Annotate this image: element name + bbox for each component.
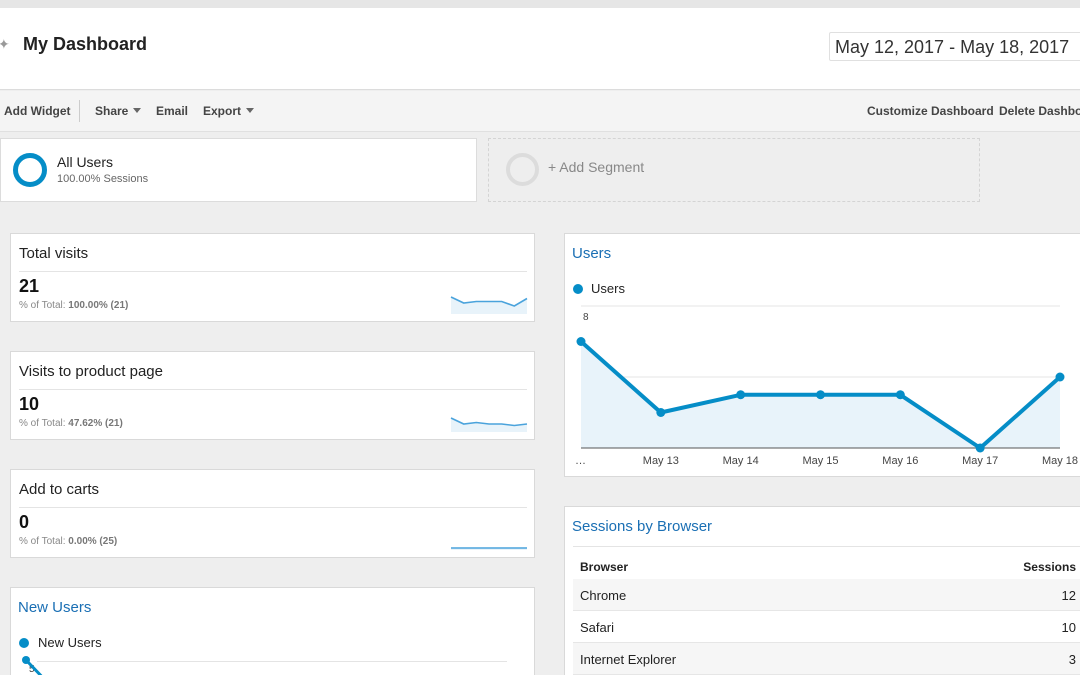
browser-cell[interactable]: Chrome — [580, 588, 626, 603]
email-button[interactable]: Email — [156, 104, 188, 118]
share-button[interactable]: Share — [95, 104, 142, 118]
x-tick-label: May 18 — [1042, 455, 1078, 467]
table-row: Internet Explorer 3 — [573, 643, 1080, 675]
toolbar-divider — [79, 100, 80, 122]
gridline — [37, 661, 507, 662]
pct-value: 0.00% (25) — [68, 536, 118, 547]
metric-percent: % of Total: 47.62% (21) — [19, 418, 123, 429]
date-range-picker[interactable]: May 12, 2017 - May 18, 2017 — [829, 32, 1080, 61]
add-segment-button[interactable]: + Add Segment — [488, 138, 980, 202]
data-point — [576, 337, 586, 346]
sessions-cell: 10 — [1061, 620, 1076, 635]
column-sessions[interactable]: Sessions — [1023, 560, 1076, 574]
metric-percent: % of Total: 100.00% (21) — [19, 300, 128, 311]
widget-title: Total visits — [19, 245, 89, 262]
sparkline — [451, 547, 527, 550]
dashboard-toolbar: Add Widget Share Email Export Customize … — [0, 91, 1080, 132]
widget-sessions-by-browser: Sessions by Browser Browser Sessions Chr… — [564, 506, 1080, 675]
pct-label: % of Total: — [19, 536, 66, 547]
legend-dot — [19, 638, 29, 648]
legend-label: New Users — [38, 635, 102, 650]
divider — [19, 271, 527, 272]
x-tick-label: May 15 — [802, 455, 838, 467]
widget-add-to-carts: Add to carts 0 % of Total: 0.00% (25) — [10, 469, 535, 558]
metric-percent: % of Total: 0.00% (25) — [19, 536, 117, 547]
export-button[interactable]: Export — [203, 104, 255, 118]
sparkline — [450, 296, 528, 314]
browser-cell[interactable]: Internet Explorer — [580, 652, 676, 667]
divider — [19, 507, 527, 508]
pct-label: % of Total: — [19, 418, 66, 429]
delete-dashboard-button[interactable]: Delete Dashboard — [999, 104, 1080, 118]
divider — [573, 546, 1080, 547]
widget-new-users: New Users New Users 5 — [10, 587, 535, 675]
widget-product-page: Visits to product page 10 % of Total: 47… — [10, 351, 535, 440]
pct-value: 100.00% (21) — [68, 300, 129, 311]
table-row: Safari 10 — [573, 611, 1080, 643]
x-tick-label: … — [575, 455, 586, 467]
metric-value: 10 — [19, 394, 40, 414]
export-label: Export — [203, 104, 242, 118]
data-point — [816, 390, 825, 400]
pct-label: % of Total: — [19, 300, 66, 311]
data-point — [895, 390, 905, 400]
sessions-cell: 3 — [1068, 652, 1076, 667]
metric-value: 21 — [19, 276, 40, 296]
users-line-chart: 84…May 13May 14May 15May 16May 17May 18 — [575, 305, 1078, 467]
widget-total-visits: Total visits 21 % of Total: 100.00% (21) — [10, 233, 535, 322]
widget-title[interactable]: New Users — [18, 599, 91, 616]
y-tick-label: 8 — [583, 312, 589, 323]
data-point — [1055, 372, 1065, 382]
segment-all-users[interactable]: All Users 100.00% Sessions — [0, 138, 477, 202]
widget-title: Add to carts — [19, 481, 100, 498]
metric-value: 0 — [19, 512, 30, 532]
column-browser[interactable]: Browser — [580, 560, 628, 574]
pct-value: 47.62% (21) — [68, 418, 123, 429]
top-strip — [0, 0, 1080, 8]
page-title: My Dashboard — [23, 34, 148, 54]
divider — [19, 389, 527, 390]
x-tick-label: May 13 — [643, 455, 679, 467]
add-segment-label: + Add Segment — [548, 159, 645, 175]
data-point — [736, 390, 746, 400]
x-tick-label: May 17 — [962, 455, 998, 467]
customize-dashboard-button[interactable]: Customize Dashboard — [867, 104, 994, 118]
data-point — [975, 443, 985, 453]
widget-title: Visits to product page — [19, 363, 163, 380]
chevron-down-icon — [133, 108, 142, 113]
chevron-down-icon — [246, 108, 255, 113]
dashboard-header: ✦ My Dashboard May 12, 2017 - May 18, 20… — [0, 8, 1080, 90]
widget-users-chart: Users Users 84…May 13May 14May 15May 16M… — [564, 233, 1080, 477]
sparkline — [450, 417, 528, 432]
empty-ring-icon — [506, 153, 539, 186]
table-row: Chrome 12 — [573, 579, 1080, 611]
data-point — [656, 408, 666, 417]
browser-cell[interactable]: Safari — [580, 620, 614, 635]
widget-title[interactable]: Sessions by Browser — [572, 518, 712, 535]
dashboard-icon: ✦ — [0, 36, 10, 52]
x-tick-label: May 16 — [882, 455, 918, 467]
x-tick-label: May 14 — [723, 455, 759, 467]
add-widget-button[interactable]: Add Widget — [4, 104, 71, 118]
segment-name: All Users — [57, 154, 114, 170]
new-users-line — [22, 656, 43, 675]
segment-sessions: 100.00% Sessions — [57, 173, 149, 185]
donut-ring-icon — [13, 153, 47, 187]
share-label: Share — [95, 104, 129, 118]
sessions-cell: 12 — [1061, 588, 1076, 603]
